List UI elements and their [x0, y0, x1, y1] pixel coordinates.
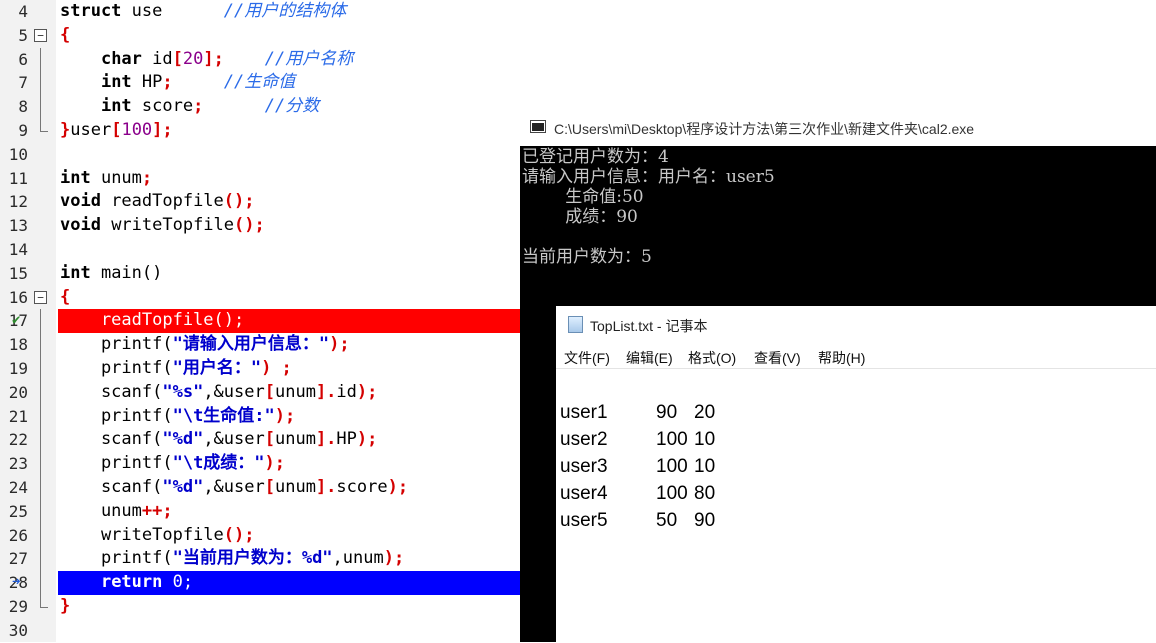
record-hp: 100 — [656, 483, 688, 504]
line-number: 23 — [8, 454, 28, 474]
code-text: void readTopfile(); — [60, 191, 255, 212]
fold-guide — [40, 47, 41, 72]
line-number: 21 — [8, 406, 28, 426]
console-line: 请输入用户信息：用户名：user5 — [522, 167, 775, 187]
console-line: 生命值:50 — [522, 187, 644, 207]
fold-guide — [40, 309, 41, 595]
line-number: 27 — [8, 549, 28, 569]
console-title: C:\Users\mi\Desktop\程序设计方法\第三次作业\新建文件夹\c… — [554, 121, 975, 137]
line-number: 30 — [8, 620, 28, 640]
code-text: int HP; //生命值 — [100, 72, 296, 93]
line-number: 16 — [8, 287, 28, 307]
menu-view[interactable]: 查看(V) — [754, 348, 801, 368]
line-number: 5 — [18, 25, 28, 45]
code-text: printf("\t生命值:"); — [60, 405, 296, 426]
code-line[interactable]: 6 char id[20]; //用户名称 — [0, 47, 1156, 72]
notepad-menu-bar: 文件(F) 编辑(E) 格式(O) 查看(V) 帮助(H) — [556, 342, 1156, 368]
notepad-window[interactable]: TopList.txt - 记事本 文件(F) 编辑(E) 格式(O) 查看(V… — [556, 306, 1156, 642]
record-name: user3 — [560, 456, 608, 477]
fold-end — [40, 119, 48, 132]
line-number: 25 — [8, 501, 28, 521]
code-text: scanf("%s",&user[unum].id); — [60, 381, 378, 402]
fold-guide — [40, 95, 41, 119]
menu-format[interactable]: 格式(O) — [688, 348, 736, 368]
line-number: 6 — [18, 49, 28, 69]
code-text: printf("用户名：") ; — [60, 358, 292, 378]
notepad-icon — [568, 316, 583, 333]
notepad-title-bar[interactable]: TopList.txt - 记事本 — [556, 306, 1156, 342]
code-line[interactable]: 4 struct use //用户的结构体 — [0, 0, 1156, 24]
console-line: 已登记用户数为：4 — [522, 147, 669, 167]
console-app-icon — [530, 120, 546, 133]
fold-end — [40, 595, 48, 608]
record-score: 10 — [694, 429, 716, 450]
code-text: scanf("%d",&user[unum].score); — [60, 477, 409, 497]
code-text: writeTopfile(); — [60, 524, 255, 545]
notepad-text-area[interactable]: user1 90 20 user2 100 10 user3 100 10 us… — [556, 368, 1156, 643]
menu-edit[interactable]: 编辑(E) — [626, 348, 673, 368]
code-text: { — [60, 24, 71, 45]
code-text: { — [60, 286, 71, 307]
line-number: 24 — [8, 478, 28, 497]
line-number: 11 — [8, 168, 28, 188]
line-number: 14 — [8, 240, 28, 259]
record-name: user1 — [560, 402, 608, 423]
line-number: 15 — [8, 263, 28, 283]
line-number: 10 — [8, 144, 28, 164]
console-line: 当前用户数为：5 — [522, 247, 652, 267]
record-score: 10 — [694, 456, 716, 477]
code-text: struct use //用户的结构体 — [60, 1, 347, 21]
record-name: user5 — [560, 510, 608, 531]
fold-toggle-icon[interactable]: − — [34, 28, 47, 42]
breakpoint-icon[interactable]: ✔ — [12, 313, 20, 327]
code-text: return 0; — [100, 572, 194, 593]
line-number: 9 — [18, 121, 28, 140]
line-number: 18 — [8, 335, 28, 355]
line-number: 20 — [8, 382, 28, 402]
record-hp: 50 — [656, 510, 678, 531]
fold-guide — [40, 71, 41, 96]
fold-toggle-icon[interactable]: − — [34, 290, 47, 304]
menu-help[interactable]: 帮助(H) — [818, 348, 865, 368]
line-number: 13 — [8, 216, 28, 236]
code-text: printf("当前用户数为：%d",unum); — [60, 548, 405, 569]
record-score: 80 — [694, 483, 716, 504]
code-text: char id[20]; //用户名称 — [100, 48, 354, 69]
code-text: void writeTopfile(); — [60, 215, 265, 236]
code-line[interactable]: 5 − { — [0, 24, 1156, 48]
code-text: readTopfile(); — [60, 310, 245, 331]
code-line[interactable]: 7 int HP; //生命值 — [0, 71, 1156, 96]
menu-file[interactable]: 文件(F) — [564, 348, 610, 368]
execution-arrow-icon: ➜ — [12, 574, 21, 591]
line-number: 7 — [18, 73, 28, 93]
record-score: 90 — [694, 510, 716, 531]
code-text: printf("\t成绩："); — [60, 453, 286, 474]
record-hp: 100 — [656, 429, 688, 450]
record-name: user2 — [560, 429, 608, 450]
code-text: } — [60, 596, 71, 616]
line-number: 22 — [8, 430, 28, 450]
code-text: int unum; — [60, 167, 153, 188]
record-score: 20 — [694, 402, 716, 423]
line-number: 19 — [8, 359, 28, 378]
notepad-title: TopList.txt - 记事本 — [590, 318, 708, 334]
console-title-bar[interactable]: C:\Users\mi\Desktop\程序设计方法\第三次作业\新建文件夹\c… — [520, 108, 1156, 146]
line-number: 8 — [18, 97, 28, 117]
code-text: int score; //分数 — [100, 96, 320, 117]
line-number: 29 — [8, 597, 28, 616]
record-hp: 100 — [656, 456, 688, 477]
line-number: 12 — [8, 192, 28, 212]
console-line: 成绩：90 — [522, 207, 638, 227]
record-hp: 90 — [656, 402, 678, 423]
code-text: printf("请输入用户信息："); — [60, 334, 350, 355]
code-text: scanf("%d",&user[unum].HP); — [60, 429, 378, 450]
line-number: 26 — [8, 525, 28, 545]
line-number: 4 — [18, 2, 28, 21]
code-text: unum++; — [60, 500, 173, 521]
code-text: }user[100]; — [60, 120, 173, 140]
record-name: user4 — [560, 483, 608, 504]
code-text: int main() — [60, 262, 163, 283]
